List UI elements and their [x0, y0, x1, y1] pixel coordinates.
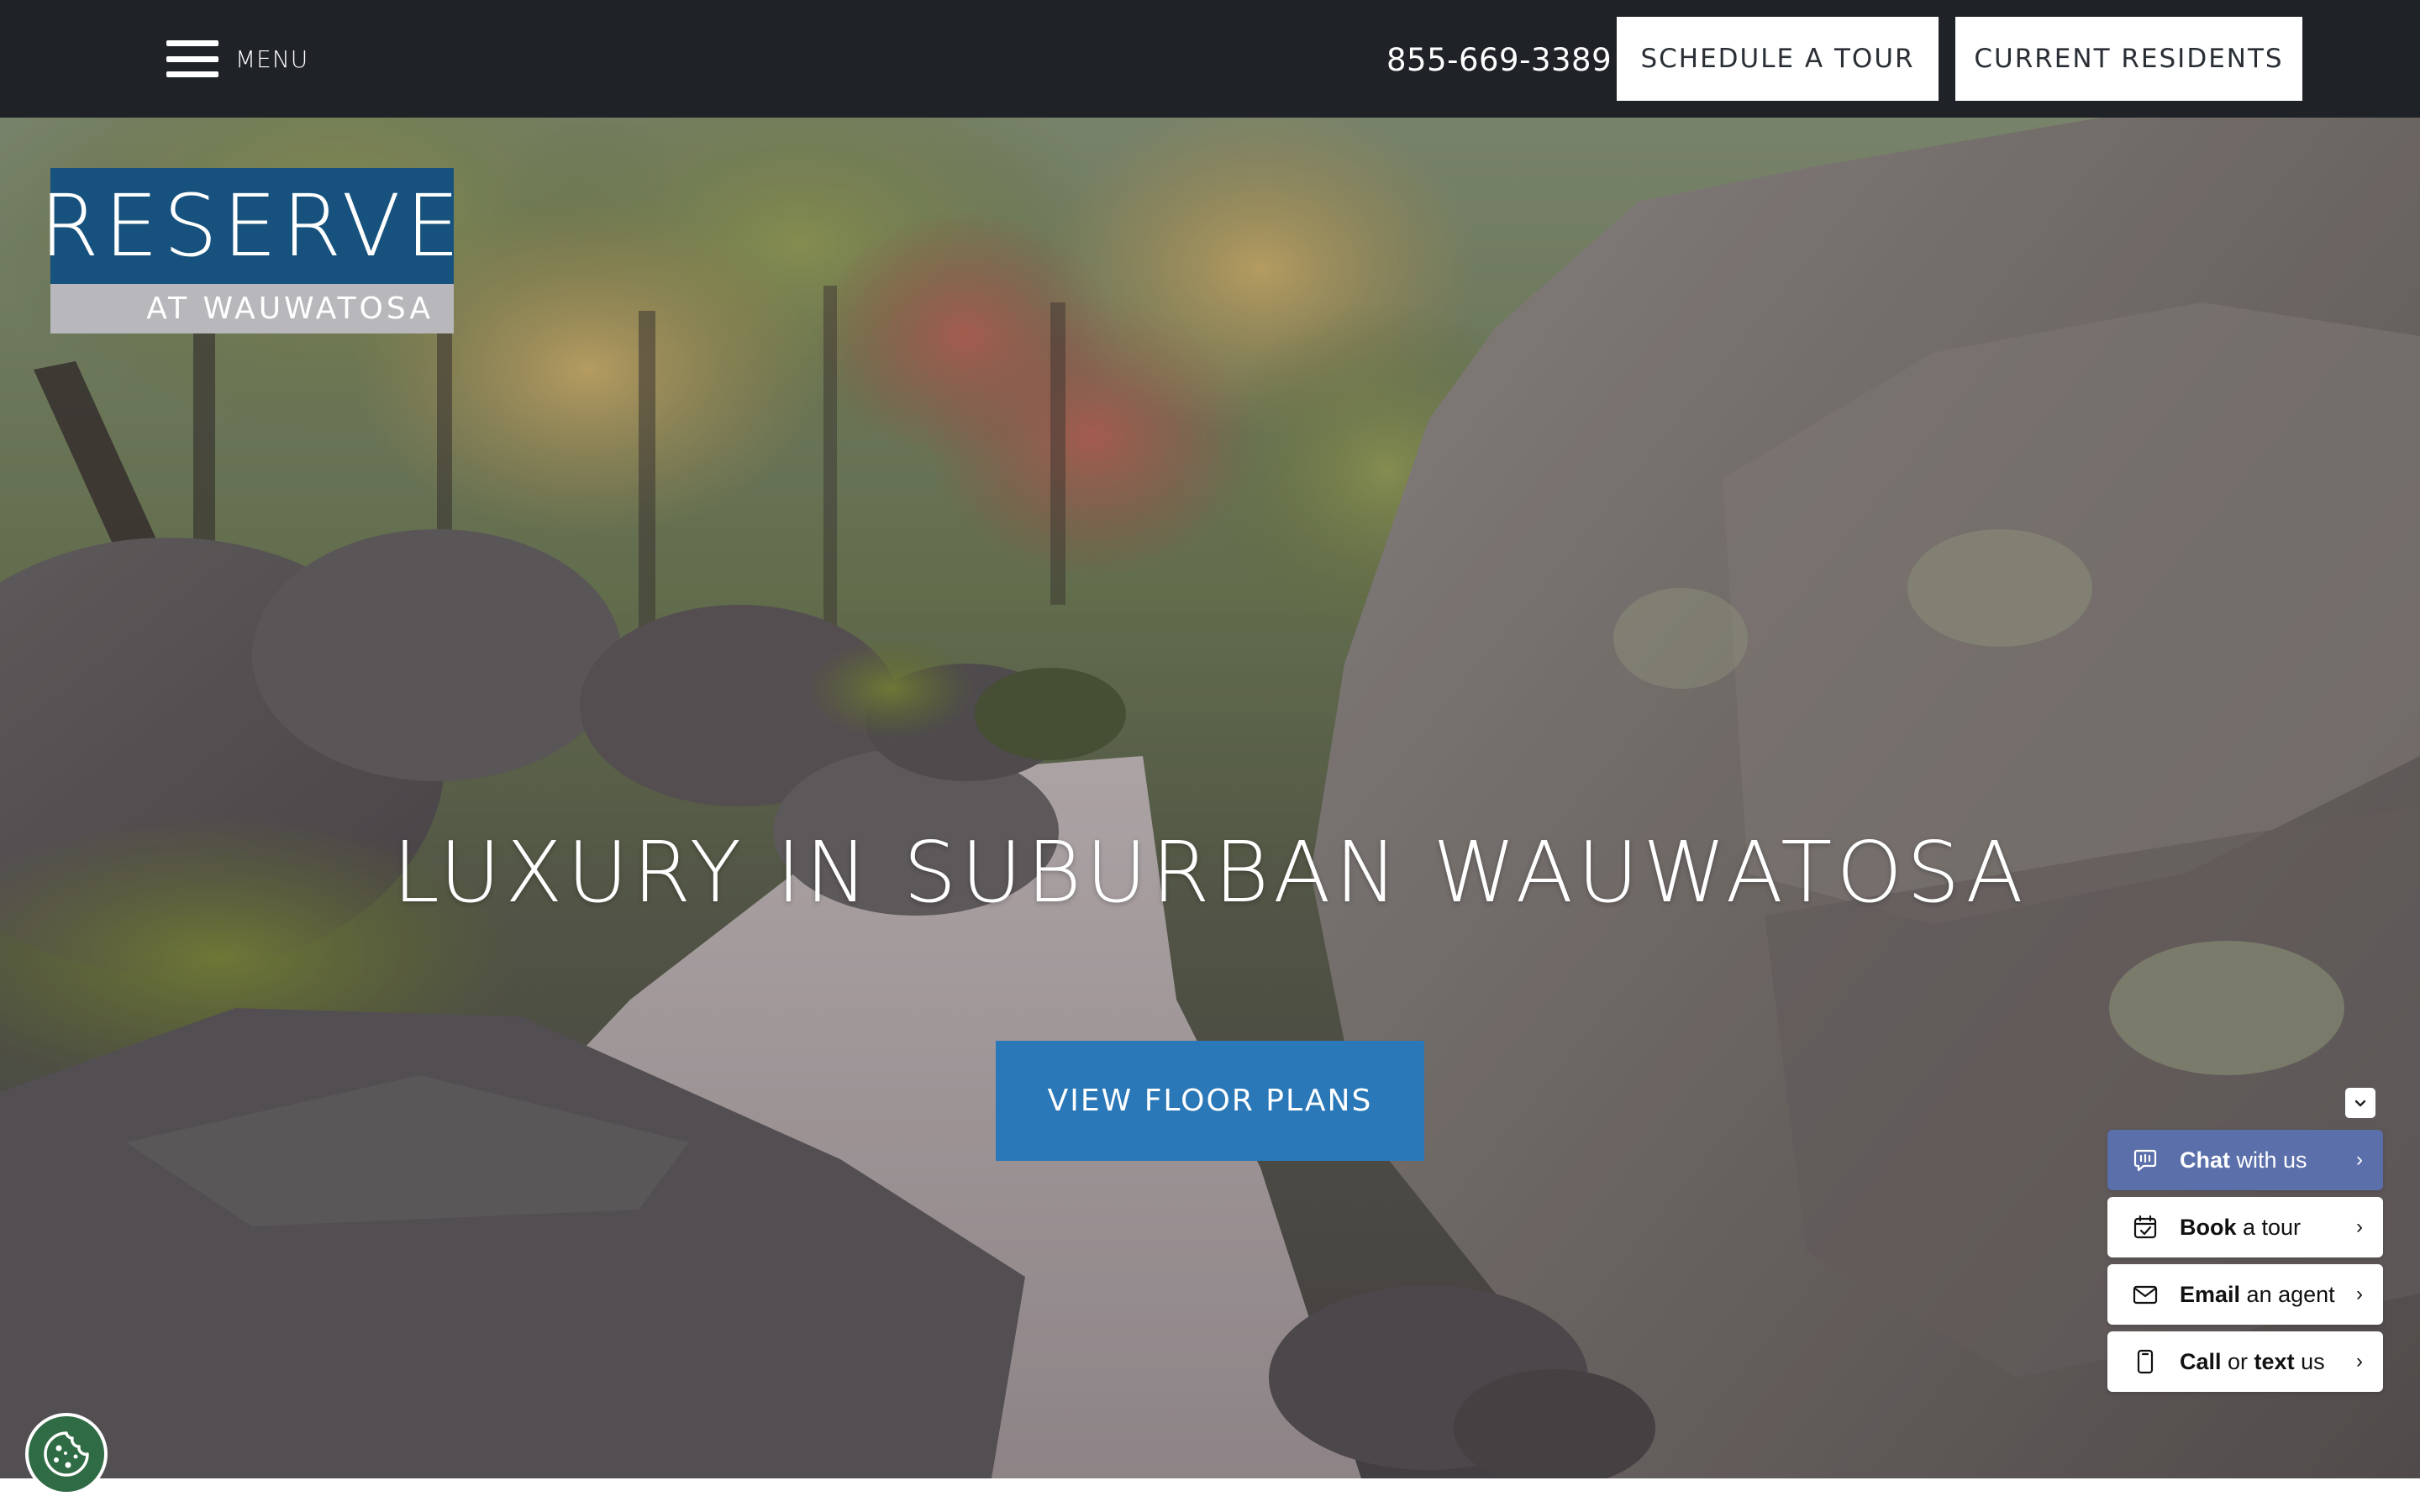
chat-label: Chat with us: [2180, 1147, 2307, 1173]
chevron-down-icon: [2354, 1100, 2366, 1107]
chevron-right-icon: ›: [2356, 1283, 2363, 1305]
phone-link[interactable]: 855-669-3389: [1386, 42, 1612, 78]
chevron-right-icon: ›: [2356, 1215, 2363, 1238]
chat-icon: [2131, 1146, 2160, 1174]
book-a-tour-button[interactable]: Book a tour ›: [2107, 1197, 2383, 1257]
contact-widget: Chat with us › Book a tour › Email an ag…: [2107, 1130, 2383, 1399]
logo-name: RESERVE: [39, 168, 460, 284]
view-floor-plans-button[interactable]: VIEW FLOOR PLANS: [996, 1041, 1424, 1161]
envelope-icon: [2131, 1280, 2160, 1309]
menu-label: MENU: [235, 45, 309, 73]
menu-button[interactable]: MENU: [166, 39, 308, 79]
current-residents-button[interactable]: CURRENT RESIDENTS: [1955, 17, 2302, 101]
email-an-agent-button[interactable]: Email an agent ›: [2107, 1264, 2383, 1325]
book-tour-label: Book a tour: [2180, 1214, 2302, 1240]
call-text-label: Call or text us: [2180, 1348, 2325, 1374]
chat-with-us-button[interactable]: Chat with us ›: [2107, 1130, 2383, 1190]
chevron-right-icon: ›: [2356, 1148, 2363, 1171]
hero-title: LUXURY IN SUBURBAN WAUWATOSA: [392, 823, 2028, 921]
calendar-icon: [2131, 1213, 2160, 1242]
logo-subtitle: AT WAUWATOSA: [50, 284, 454, 333]
cookie-preferences-button[interactable]: [25, 1413, 108, 1495]
call-or-text-button[interactable]: Call or text us ›: [2107, 1331, 2383, 1392]
email-agent-label: Email an agent: [2180, 1281, 2335, 1307]
chevron-right-icon: ›: [2356, 1350, 2363, 1373]
schedule-tour-button[interactable]: SCHEDULE A TOUR: [1617, 17, 1939, 101]
widget-collapse-button[interactable]: [2345, 1088, 2375, 1118]
cookie-icon: [44, 1431, 89, 1477]
page-bottom-strip: [0, 1478, 2420, 1512]
hamburger-icon: [166, 40, 218, 77]
phone-icon: [2131, 1347, 2160, 1376]
site-logo[interactable]: RESERVE AT WAUWATOSA: [39, 168, 460, 333]
top-navigation-bar: MENU 855-669-3389 SCHEDULE A TOUR CURREN…: [0, 0, 2420, 118]
